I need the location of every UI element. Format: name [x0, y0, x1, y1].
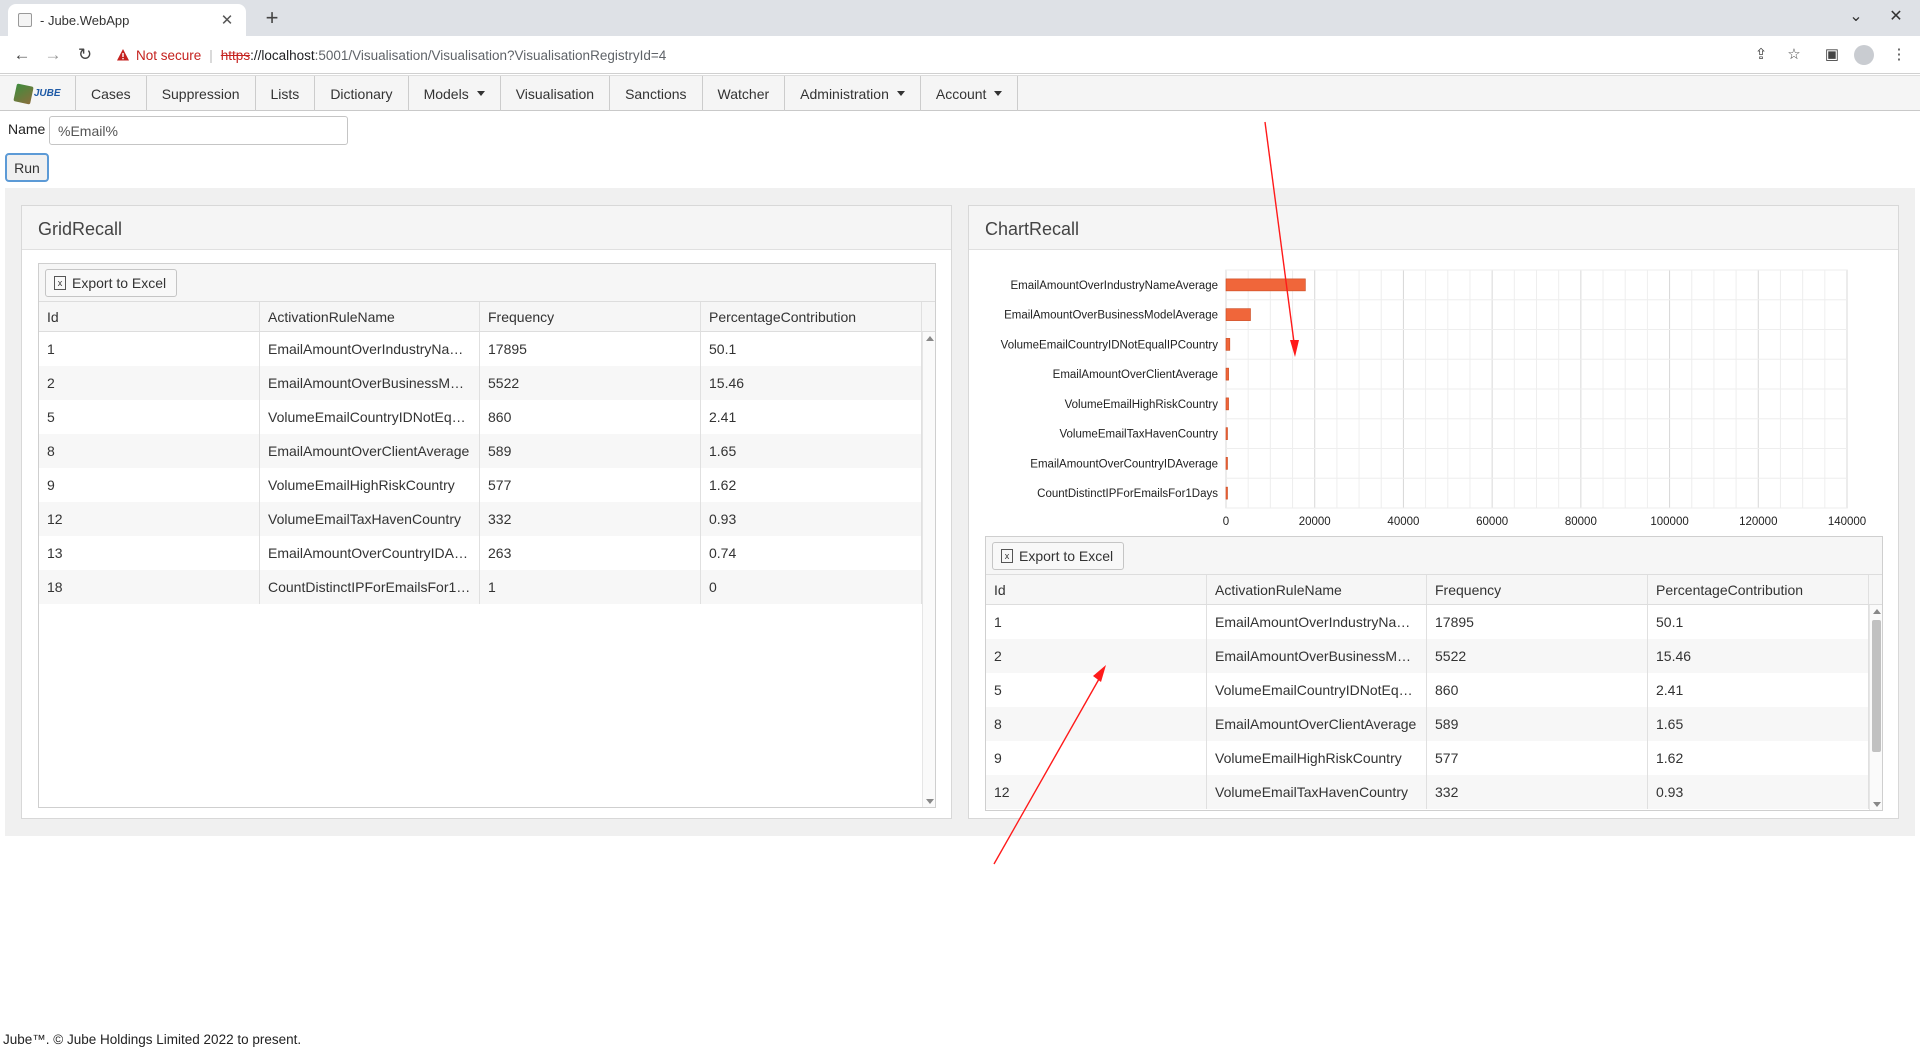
arrow-head-icon [1290, 340, 1299, 357]
footer-copyright: Jube™. © Jube Holdings Limited 2022 to p… [3, 1032, 302, 1047]
annotation-overlay [993, 121, 1299, 865]
annotation-arrow-line [993, 671, 1104, 865]
arrow-head-icon [1093, 665, 1106, 682]
annotation-arrow-line [1264, 121, 1296, 351]
